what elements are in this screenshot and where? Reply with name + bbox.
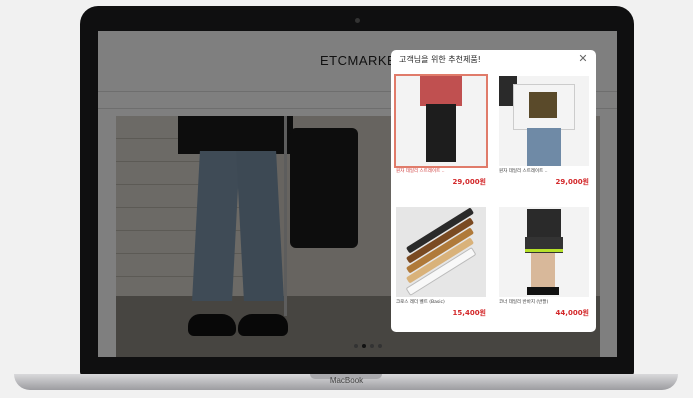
product-name[interactable]: 원자 데일리 스트레이트 .. (396, 168, 486, 174)
product-name[interactable]: 원자 데일리 스트레이트 .. (499, 168, 589, 174)
product-price: 44,000원 (555, 309, 589, 317)
device-brand-label: MacBook (329, 376, 364, 385)
product-card-1[interactable]: 원자 데일리 스트레이트 .. 29,000원 (394, 74, 488, 188)
product-price: 29,000원 (452, 178, 486, 186)
close-icon[interactable]: ✕ (577, 53, 589, 65)
product-card-3[interactable]: 크로스 레더 벨트 (Basic) 15,400원 (396, 207, 486, 319)
browser-screen: ETCMARKET 고 (98, 31, 617, 357)
camera-icon (355, 18, 360, 23)
popup-title: 고객님을 위한 추천제품! (399, 55, 481, 64)
product-card-4[interactable]: 코너 데일리 반바지 (반팔) 44,000원 (499, 207, 589, 319)
recommendation-popup: 고객님을 위한 추천제품! ✕ 원자 데일리 스트레이트 .. 29,000원 … (391, 50, 596, 332)
product-name[interactable]: 코너 데일리 반바지 (반팔) (499, 299, 589, 305)
product-image[interactable] (499, 76, 589, 166)
product-image[interactable] (394, 74, 488, 168)
product-price: 29,000원 (555, 178, 589, 186)
product-image[interactable] (499, 207, 589, 297)
product-price: 15,400원 (452, 309, 486, 317)
product-card-2[interactable]: 원자 데일리 스트레이트 .. 29,000원 (499, 76, 589, 188)
product-name[interactable]: 크로스 레더 벨트 (Basic) (396, 299, 486, 305)
product-image[interactable] (396, 207, 486, 297)
